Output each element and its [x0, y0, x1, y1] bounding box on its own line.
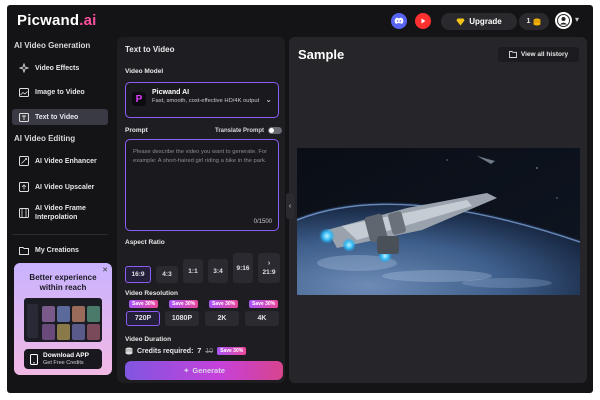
- generate-button[interactable]: ✦ Generate: [125, 361, 283, 380]
- chevron-left-icon: ‹: [288, 202, 292, 210]
- ratio-3-4[interactable]: 3:4: [208, 259, 228, 283]
- app-window: Picwand.ai Upgrade 1 ▾ AI Video Generati…: [7, 5, 593, 393]
- panel-title: Text to Video: [125, 45, 175, 54]
- credits-old-value: 10: [205, 347, 214, 355]
- image-icon: [18, 87, 29, 98]
- coin-icon: [533, 18, 541, 25]
- sidebar-item-label: AI Video Frame Interpolation: [35, 205, 86, 221]
- save-badge: Save 30%: [249, 300, 279, 308]
- resolution-720p[interactable]: 720P: [126, 311, 160, 326]
- ratio-9-16[interactable]: 9:16: [233, 253, 253, 283]
- resolution-2k[interactable]: 2K: [205, 311, 239, 326]
- credits-required: Credits required: 7 10 Save 30%: [125, 347, 247, 355]
- aspect-ratio-label: Aspect Ratio: [125, 239, 165, 246]
- credits-save-badge: Save 30%: [217, 347, 247, 355]
- phone-icon: [30, 353, 38, 365]
- sidebar-item-label: AI Video Upscaler: [35, 183, 95, 191]
- sidebar-item-image-to-video[interactable]: Image to Video: [12, 84, 108, 100]
- model-label: Video Model: [125, 68, 164, 75]
- folder-icon: [18, 245, 29, 256]
- sample-title: Sample: [298, 47, 345, 62]
- credits-label: Credits required:: [137, 347, 194, 355]
- sidebar-item-frame-interpolation[interactable]: AI Video Frame Interpolation: [12, 201, 108, 225]
- prompt-textarea[interactable]: Please describe the video you want to ge…: [125, 139, 279, 231]
- credits-value: 7: [197, 347, 202, 355]
- credits-badge[interactable]: 1: [519, 13, 549, 30]
- settings-panel: Text to Video Video Model P Picwand AI F…: [117, 37, 285, 383]
- sidebar-item-label: My Creations: [35, 246, 79, 254]
- sample-video-preview[interactable]: [297, 148, 580, 295]
- sidebar-item-video-upscaler[interactable]: AI Video Upscaler: [12, 179, 108, 195]
- section-title-generation: AI Video Generation: [14, 41, 91, 50]
- prompt-char-count: 0/1500: [253, 219, 272, 225]
- view-all-history-button[interactable]: View all history: [498, 47, 579, 62]
- chevron-right-icon: ›: [267, 260, 271, 267]
- model-name: Picwand AI: [152, 89, 190, 96]
- sidebar-item-my-creations[interactable]: My Creations: [12, 242, 108, 258]
- resolution-label: Video Resolution: [125, 290, 178, 297]
- sidebar-item-label: Video Effects: [35, 64, 80, 72]
- chevron-down-icon[interactable]: ▾: [575, 15, 579, 24]
- sidebar-item-label: Image to Video: [35, 88, 85, 96]
- upgrade-label: Upgrade: [469, 17, 502, 26]
- discord-button[interactable]: [391, 13, 407, 29]
- model-description: Fast, smooth, cost-effective HD/4K outpu…: [152, 98, 260, 104]
- frame-icon: [18, 208, 29, 219]
- user-icon: [557, 14, 570, 27]
- app-preview-image: [24, 298, 102, 342]
- upscaler-icon: [18, 182, 29, 193]
- ratio-1-1[interactable]: 1:1: [183, 259, 203, 283]
- sidebar-item-video-enhancer[interactable]: AI Video Enhancer: [12, 153, 108, 169]
- sidebar-divider: [12, 234, 108, 235]
- save-badge: Save 30%: [169, 300, 199, 308]
- resolution-1080p[interactable]: 1080P: [165, 311, 199, 326]
- translate-label: Translate Prompt: [215, 127, 265, 134]
- prompt-placeholder: Please describe the video you want to ge…: [133, 149, 268, 164]
- enhancer-icon: [18, 156, 29, 167]
- avatar[interactable]: [555, 12, 572, 29]
- history-label: View all history: [520, 51, 569, 58]
- sidebar-item-text-to-video[interactable]: Text to Video: [12, 109, 108, 125]
- top-bar: Picwand.ai Upgrade 1 ▾: [7, 5, 593, 37]
- chevron-down-icon: ⌄: [265, 95, 272, 104]
- download-sublabel: Get Free Credits: [43, 359, 84, 366]
- upgrade-button[interactable]: Upgrade: [441, 13, 517, 30]
- download-label: Download APP: [43, 351, 89, 359]
- text-icon: [18, 112, 29, 123]
- sidebar-item-video-effects[interactable]: Video Effects: [12, 60, 108, 76]
- download-app-button[interactable]: Download APP Get Free Credits: [24, 349, 102, 369]
- collapse-panel-button[interactable]: ‹: [286, 193, 294, 219]
- picwand-model-icon: P: [132, 92, 146, 106]
- duration-label: Video Duration: [125, 336, 172, 343]
- coin-icon: [125, 347, 133, 355]
- logo[interactable]: Picwand.ai: [17, 12, 97, 29]
- model-select[interactable]: P Picwand AI Fast, smooth, cost-effectiv…: [125, 82, 279, 118]
- ratio-16-9[interactable]: 16:9: [125, 266, 151, 283]
- save-badge: Save 30%: [209, 300, 239, 308]
- promo-card: ✕ Better experience within reach Download…: [14, 263, 112, 375]
- generate-label: Generate: [192, 366, 225, 375]
- diamond-icon: [456, 18, 465, 25]
- ratio-4-3[interactable]: 4:3: [156, 266, 178, 283]
- translate-prompt-control: Translate Prompt: [215, 127, 283, 134]
- resolution-4k[interactable]: 4K: [245, 311, 279, 326]
- video-effects-icon: [18, 63, 29, 74]
- aspect-ratio-options: 16:9 4:3 1:1 3:4 9:16 › 21:9: [125, 253, 283, 285]
- sparkle-icon: ✦: [183, 366, 190, 375]
- discord-icon: [394, 17, 404, 24]
- youtube-button[interactable]: [415, 13, 431, 29]
- section-title-editing: AI Video Editing: [14, 134, 76, 143]
- sidebar-item-label: Text to Video: [35, 113, 79, 121]
- save-badge: Save 30%: [129, 300, 159, 308]
- youtube-play-icon: [421, 18, 426, 24]
- credits-count: 1: [526, 18, 531, 25]
- ratio-21-9[interactable]: › 21:9: [258, 253, 280, 283]
- prompt-label: Prompt: [125, 127, 148, 134]
- sample-panel: Sample View all history: [289, 37, 587, 383]
- folder-icon: [508, 51, 517, 58]
- promo-title: Better experience within reach: [29, 273, 97, 292]
- sidebar-item-label: AI Video Enhancer: [35, 157, 97, 165]
- translate-toggle[interactable]: [268, 127, 283, 134]
